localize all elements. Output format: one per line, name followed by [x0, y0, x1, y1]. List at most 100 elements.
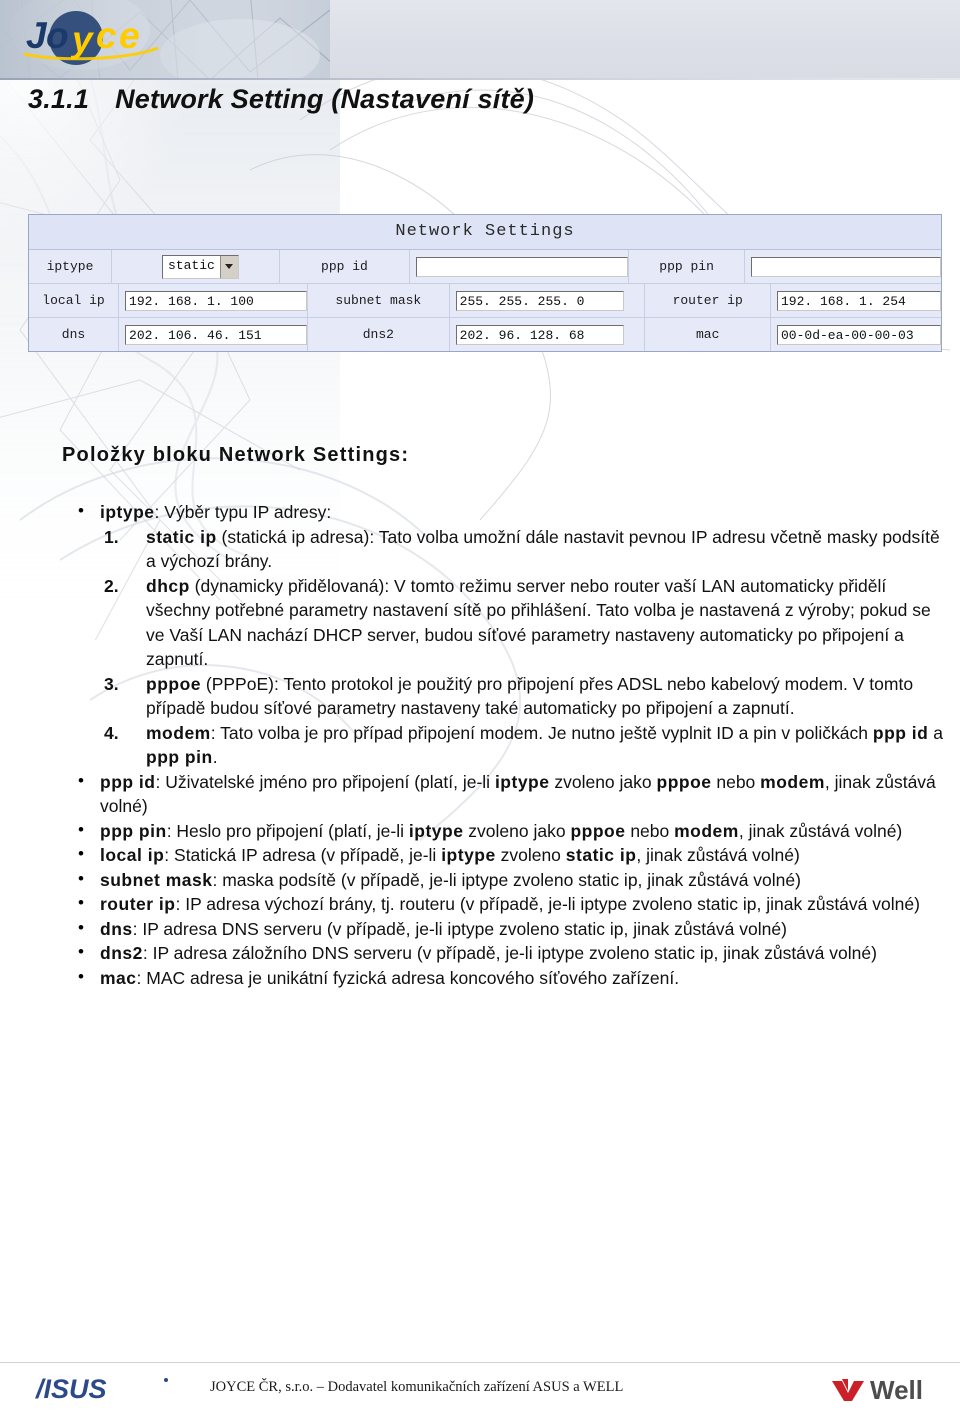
local-ip-input[interactable]: 192. 168. 1. 100	[125, 290, 308, 311]
desc-dns2: : IP adresa záložního DNS serveru (v pří…	[142, 943, 877, 963]
list-item-subnet-mask: subnet mask: maska podsítě (v případě, j…	[62, 867, 952, 893]
title-text: Network Setting (Nastavení sítě)	[115, 84, 535, 114]
table-row: dns 202. 106. 46. 151 dns2 202. 96. 128.…	[29, 318, 941, 351]
label-iptype: iptype	[29, 250, 112, 283]
router-ip-input[interactable]: 192. 168. 1. 254	[777, 290, 941, 311]
field-subnet-mask: 255. 255. 255. 0	[450, 284, 646, 317]
definition-list: iptype: Výběr typu IP adresy: 1.static i…	[62, 499, 952, 990]
list-item-static-ip: 1. static ip (statická ip adresa): Tato v…	[100, 525, 952, 574]
desc-ppp-pin-c: nebo	[625, 820, 675, 841]
list-item-pppoe: 3. pppoe (PPPoE): Tento protokol je použi…	[100, 672, 952, 721]
footer-divider	[0, 1362, 960, 1363]
well-logo: Well	[828, 1371, 956, 1407]
list-item-iptype: iptype: Výběr typu IP adresy: 1. static i…	[62, 499, 952, 770]
field-iptype: static	[112, 250, 280, 283]
ref-static-ip: static ip	[565, 845, 637, 865]
term-dhcp: dhcp	[146, 575, 190, 596]
ref-pppoe: pppoe	[656, 771, 712, 792]
term-dns: dns	[100, 918, 133, 939]
subnet-mask-input[interactable]: 255. 255. 255. 0	[455, 290, 624, 311]
desc-mac: : MAC adresa je unikátní fyzická adresa …	[136, 967, 680, 988]
term-iptype: iptype	[100, 502, 155, 522]
desc-ppp-pin-b: zvoleno jako	[463, 820, 571, 841]
panel-title: Network Settings	[29, 215, 941, 250]
item-number: 2.	[104, 575, 119, 596]
iptype-select[interactable]: static	[161, 254, 239, 279]
label-ppp-id: ppp id	[280, 250, 411, 283]
list-item-ppp-pin: ppp pin: Heslo pro připojení (platí, je-…	[62, 818, 952, 844]
list-item-router-ip: router ip: IP adresa výchozí brány, tj. …	[62, 891, 952, 917]
item-number: 4.	[104, 722, 119, 743]
desc-local-ip-b: zvoleno	[495, 845, 566, 865]
field-dns: 202. 106. 46. 151	[119, 318, 309, 351]
ref-iptype: iptype	[408, 820, 464, 841]
term-local-ip: local ip	[100, 845, 165, 865]
desc-router-ip: : IP adresa výchozí brány, tj. routeru (…	[175, 894, 920, 914]
table-row: local ip 192. 168. 1. 100 subnet mask 25…	[29, 284, 941, 318]
list-item-dhcp: 2. dhcp (dynamicky přidělovaná): V tomto …	[100, 574, 952, 672]
field-dns2: 202. 96. 128. 68	[450, 318, 646, 351]
label-local-ip: local ip	[29, 284, 120, 317]
field-router-ip: 192. 168. 1. 254	[771, 284, 941, 317]
desc-modem-a: : Tato volba je pro případ připojení mod…	[210, 722, 873, 743]
mac-input[interactable]: 00-0d-ea-00-00-03	[777, 324, 941, 345]
list-item-modem: 4. modem: Tato volba je pro případ připoj…	[100, 721, 952, 770]
desc-pppoe: (PPPoE): Tento protokol je použitý pro p…	[146, 673, 914, 719]
dns-input[interactable]: 202. 106. 46. 151	[125, 324, 308, 345]
ref-iptype: iptype	[494, 771, 550, 792]
page-title: 3.1.1 Network Setting (Nastavení sítě)	[28, 84, 534, 115]
ref-pppoe: pppoe	[570, 820, 626, 841]
field-ppp-id	[410, 250, 630, 283]
joyce-logo: J o y c e	[18, 8, 168, 66]
dns2-input[interactable]: 202. 96. 128. 68	[455, 324, 624, 345]
svg-text:e: e	[119, 15, 140, 56]
term-mac: mac	[100, 967, 137, 988]
term-router-ip: router ip	[100, 894, 176, 914]
label-dns2: dns2	[308, 318, 450, 351]
iptype-options-list: 1. static ip (statická ip adresa): Tato v…	[100, 525, 952, 770]
desc-modem-b: .	[212, 747, 218, 767]
asus-logo: /ISUS	[34, 1373, 180, 1405]
label-subnet-mask: subnet mask	[308, 284, 450, 317]
list-item-local-ip: local ip: Statická IP adresa (v případě,…	[62, 842, 952, 868]
svg-text:c: c	[96, 15, 117, 56]
desc-ppp-pin-d: , jinak zůstává volné)	[738, 820, 903, 841]
field-ppp-pin	[745, 250, 941, 283]
ref-ppp-pin: ppp pin	[146, 747, 213, 767]
term-subnet-mask: subnet mask	[100, 869, 213, 890]
page-footer: /ISUS JOYCE ČR, s.r.o. – Dodavatel komun…	[0, 1365, 960, 1414]
desc-subnet-mask: : maska podsítě (v případě, je-li iptype…	[212, 869, 801, 890]
field-local-ip: 192. 168. 1. 100	[119, 284, 309, 317]
ppp-pin-input[interactable]	[750, 256, 941, 277]
desc-modem-mid: a	[928, 722, 943, 743]
desc-static-ip: (statická ip adresa): Tato volba umožní …	[146, 526, 940, 572]
item-number: 3.	[104, 673, 119, 694]
term-static-ip: static ip	[146, 526, 217, 547]
svg-text:/ISUS: /ISUS	[35, 1374, 107, 1404]
ref-ppp-id: ppp id	[872, 722, 929, 743]
item-number: 1.	[104, 526, 119, 547]
field-mac: 00-0d-ea-00-00-03	[771, 318, 941, 351]
term-ppp-id: ppp id	[100, 771, 156, 792]
label-dns: dns	[29, 318, 120, 351]
desc-ppp-id-a: : Uživatelské jméno pro připojení (platí…	[155, 771, 495, 792]
table-row: iptype static ppp id ppp pin	[29, 250, 941, 284]
svg-text:J: J	[26, 15, 48, 56]
svg-text:Well: Well	[870, 1375, 923, 1405]
desc-ppp-pin-a: : Heslo pro připojení (platí, je-li	[166, 820, 409, 841]
desc-local-ip-c: , jinak zůstává volné)	[636, 845, 800, 865]
list-item-dns: dns: IP adresa DNS serveru (v případě, j…	[62, 916, 952, 942]
svg-text:y: y	[70, 19, 95, 60]
label-ppp-pin: ppp pin	[629, 250, 745, 283]
header-divider	[0, 78, 960, 80]
desc-ppp-id-c: nebo	[711, 771, 761, 792]
ppp-id-input[interactable]	[416, 256, 629, 277]
ref-modem: modem	[760, 771, 825, 792]
term-pppoe: pppoe	[146, 673, 201, 694]
chevron-down-icon[interactable]	[219, 255, 238, 278]
ref-modem: modem	[674, 820, 739, 841]
list-item-ppp-id: ppp id: Uživatelské jméno pro připojení …	[62, 769, 952, 819]
network-settings-panel: Network Settings iptype static ppp id pp…	[28, 214, 942, 352]
desc-ppp-id-b: zvoleno jako	[549, 771, 657, 792]
label-mac: mac	[645, 318, 771, 351]
